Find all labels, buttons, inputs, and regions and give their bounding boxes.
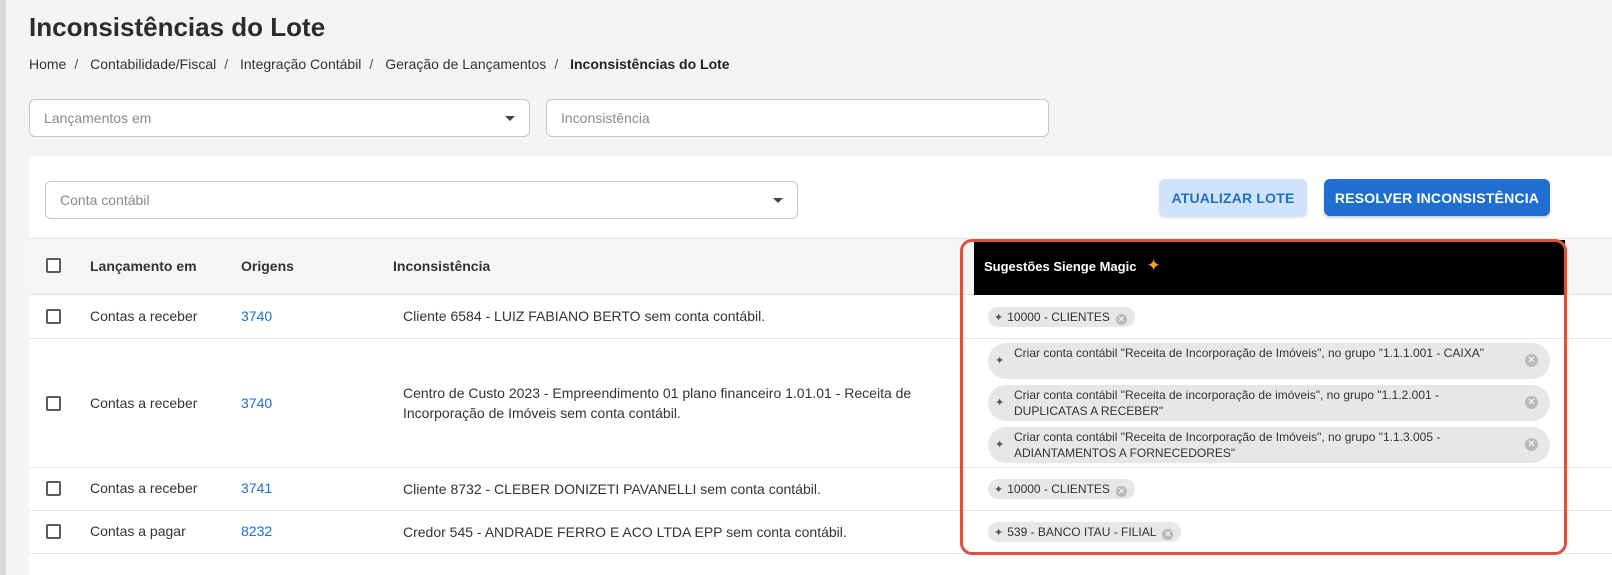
row-checkbox[interactable] xyxy=(46,396,61,411)
header-origens[interactable]: Origens xyxy=(241,238,294,295)
remove-chip-icon[interactable]: ✕ xyxy=(1525,438,1538,451)
inconsistencia-placeholder: Inconsistência xyxy=(561,110,650,126)
row-inconsistencia: Cliente 8732 - CLEBER DONIZETI PAVANELLI… xyxy=(403,481,821,497)
row-lancamento: Contas a receber xyxy=(90,395,198,411)
row-lancamento: Contas a pagar xyxy=(90,523,186,539)
row-divider xyxy=(29,467,1612,468)
row-origem-link[interactable]: 3741 xyxy=(241,480,272,496)
suggestion-label: 539 - BANCO ITAU - FILIAL xyxy=(1007,525,1157,539)
row-checkbox[interactable] xyxy=(46,309,61,324)
row-divider xyxy=(29,553,1612,554)
sparkle-icon: ✦ xyxy=(994,484,1004,496)
breadcrumb-contabilidade[interactable]: Contabilidade/Fiscal xyxy=(90,56,216,72)
suggestion-label: Criar conta contábil "Receita de incorpo… xyxy=(1014,388,1440,418)
row-inconsistencia: Credor 545 - ANDRADE FERRO E ACO LTDA EP… xyxy=(403,524,847,540)
remove-chip-icon[interactable]: ✕ xyxy=(1525,396,1538,409)
row-lancamento: Contas a receber xyxy=(90,308,198,324)
header-sugestoes-label: Sugestões Sienge Magic xyxy=(984,259,1137,274)
page-left-edge xyxy=(0,0,6,575)
sparkle-icon: ✦ xyxy=(994,527,1004,539)
suggestion-chip[interactable]: ✦ 10000 - CLIENTES ✕ xyxy=(988,479,1135,499)
row-inconsistencia: Cliente 6584 - LUIZ FABIANO BERTO sem co… xyxy=(403,308,766,324)
suggestion-chip[interactable]: ✦ 539 - BANCO ITAU - FILIAL ✕ xyxy=(988,522,1182,542)
suggestion-label: Criar conta contábil "Receita de Incorpo… xyxy=(1014,430,1441,460)
conta-contabil-select[interactable]: Conta contábil xyxy=(45,181,798,219)
header-sugestoes-magic: Sugestões Sienge Magic ✦ xyxy=(974,240,1565,295)
suggestion-label: 10000 - CLIENTES xyxy=(1007,482,1110,496)
atualizar-lote-button[interactable]: ATUALIZAR LOTE xyxy=(1159,179,1307,216)
remove-chip-icon[interactable]: ✕ xyxy=(1115,486,1127,497)
sparkle-icon: ✦ xyxy=(995,439,1005,451)
chevron-down-icon xyxy=(773,198,783,203)
sparkle-icon: ✦ xyxy=(995,355,1005,367)
breadcrumb-home[interactable]: Home xyxy=(29,56,66,72)
sparkle-icon: ✦ xyxy=(1146,256,1161,275)
sparkle-icon: ✦ xyxy=(994,312,1004,324)
row-divider xyxy=(29,510,1612,511)
remove-chip-icon[interactable]: ✕ xyxy=(1525,354,1538,367)
breadcrumb-current: Inconsistências do Lote xyxy=(570,56,730,72)
select-all-checkbox[interactable] xyxy=(46,258,61,273)
row-checkbox[interactable] xyxy=(46,524,61,539)
header-inconsistencia[interactable]: Inconsistência xyxy=(393,238,490,295)
resolver-inconsistencia-button[interactable]: RESOLVER INCONSISTÊNCIA xyxy=(1324,179,1550,216)
lancamentos-select[interactable]: Lançamentos em xyxy=(29,99,530,137)
page-title: Inconsistências do Lote xyxy=(29,12,326,42)
sparkle-icon: ✦ xyxy=(995,397,1005,409)
row-origem-link[interactable]: 3740 xyxy=(241,308,272,324)
row-lancamento: Contas a receber xyxy=(90,480,198,496)
lancamentos-placeholder: Lançamentos em xyxy=(44,110,152,126)
conta-contabil-placeholder: Conta contábil xyxy=(60,192,150,208)
row-origem-link[interactable]: 3740 xyxy=(241,395,272,411)
inconsistencia-input[interactable]: Inconsistência xyxy=(546,99,1049,137)
suggestion-chip[interactable]: ✦ Criar conta contábil "Receita de Incor… xyxy=(988,427,1550,463)
row-divider xyxy=(29,338,1612,339)
breadcrumb-integracao[interactable]: Integração Contábil xyxy=(240,56,361,72)
row-origem-link[interactable]: 8232 xyxy=(241,523,272,539)
row-inconsistencia: Centro de Custo 2023 - Empreendimento 01… xyxy=(403,385,912,421)
breadcrumb-geracao[interactable]: Geração de Lançamentos xyxy=(385,56,546,72)
suggestion-chip[interactable]: ✦ Criar conta contábil "Receita de incor… xyxy=(988,385,1550,421)
suggestion-chip[interactable]: ✦ 10000 - CLIENTES ✕ xyxy=(988,307,1135,327)
remove-chip-icon[interactable]: ✕ xyxy=(1115,314,1127,325)
suggestion-chip[interactable]: ✦ Criar conta contábil "Receita de Incor… xyxy=(988,343,1550,379)
remove-chip-icon[interactable]: ✕ xyxy=(1162,529,1174,540)
breadcrumb: Home / Contabilidade/Fiscal / Integração C… xyxy=(29,56,730,72)
row-checkbox[interactable] xyxy=(46,481,61,496)
suggestion-label: Criar conta contábil "Receita de Incorpo… xyxy=(1014,346,1484,360)
chevron-down-icon xyxy=(505,116,515,121)
suggestion-label: 10000 - CLIENTES xyxy=(1007,310,1110,324)
header-lancamento[interactable]: Lançamento em xyxy=(90,238,197,295)
